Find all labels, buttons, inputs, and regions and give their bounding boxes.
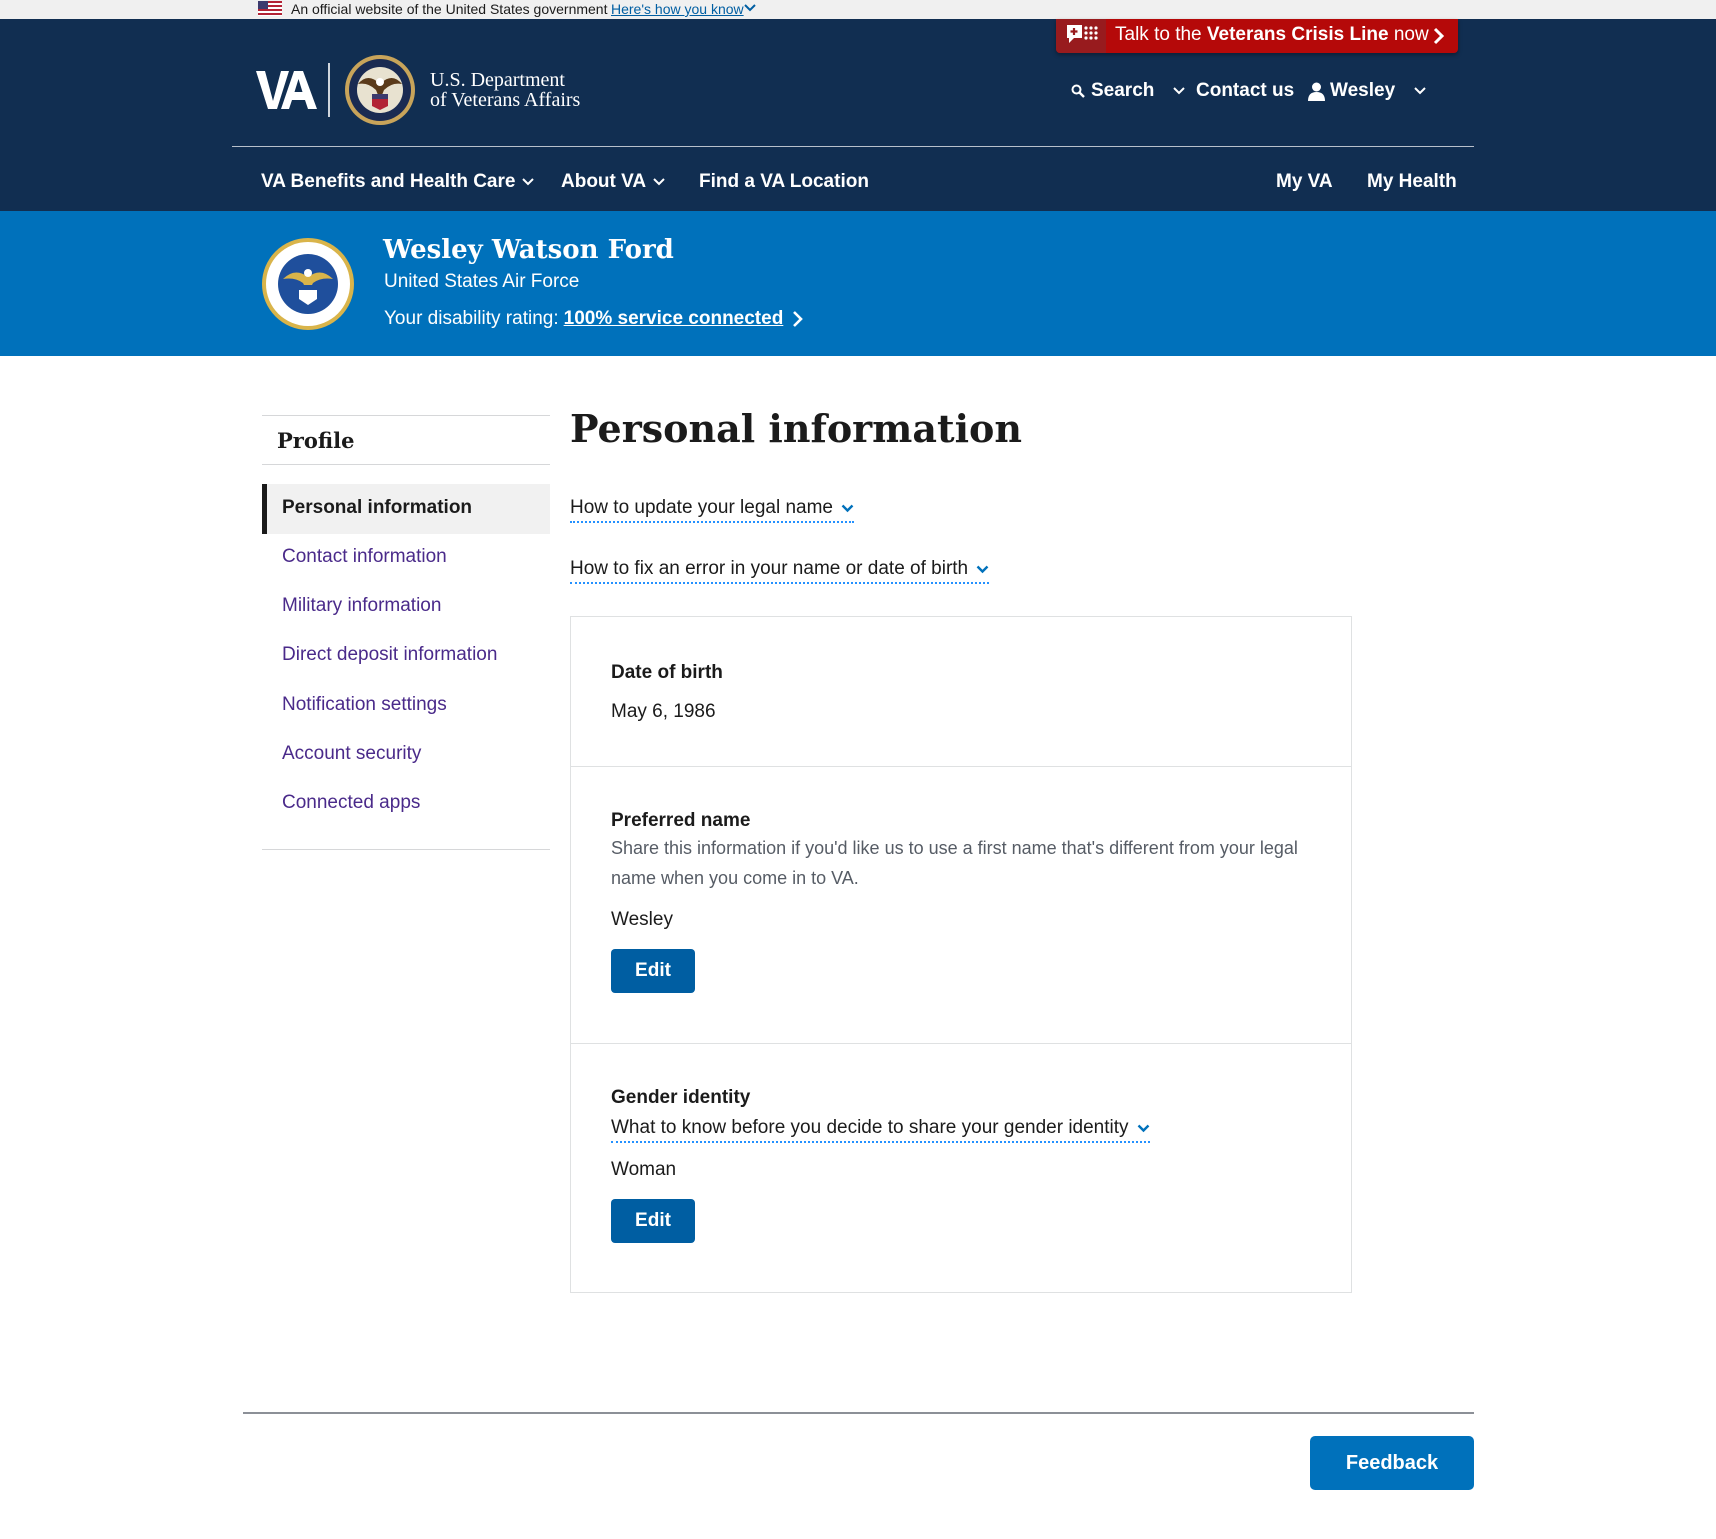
- gov-banner: An official website of the United States…: [0, 0, 1716, 19]
- chevron-down-icon: [841, 504, 854, 512]
- gender-identity-value: Woman: [611, 1159, 677, 1180]
- profile-hub: Wesley Watson Ford United States Air For…: [0, 211, 1716, 356]
- chevron-down-icon: [976, 565, 989, 573]
- chevron-down-icon: [1173, 87, 1186, 95]
- air-force-seal-icon: [262, 238, 354, 330]
- sidebar-title: Profile: [277, 428, 355, 453]
- chevron-right-icon: [1433, 27, 1445, 45]
- disability-rating-link[interactable]: 100% service connected: [564, 308, 784, 330]
- service-branch: United States Air Force: [384, 271, 580, 292]
- card-divider: [571, 1043, 1351, 1044]
- feedback-button[interactable]: Feedback: [1310, 1436, 1474, 1490]
- chevron-down-icon: [522, 178, 535, 186]
- sidebar-item-contact-information[interactable]: Contact information: [282, 546, 447, 568]
- heres-how-you-know-link[interactable]: Here's how you know: [611, 1, 744, 17]
- nav-find-location[interactable]: Find a VA Location: [699, 171, 869, 193]
- preferred-name-description: Share this information if you'd like us …: [611, 838, 1298, 888]
- crisis-line-text: Talk to the Veterans Crisis Line now: [1115, 24, 1429, 45]
- edit-gender-identity-button[interactable]: Edit: [611, 1199, 695, 1243]
- page-title: Personal information: [570, 406, 1022, 451]
- va-logo-icon[interactable]: [256, 65, 318, 115]
- chevron-down-icon: [1137, 1124, 1149, 1132]
- sidebar-item-military-information[interactable]: Military information: [282, 595, 441, 617]
- sidebar-divider: [262, 849, 550, 850]
- chevron-right-icon[interactable]: [792, 310, 804, 328]
- sidebar-divider: [262, 415, 550, 416]
- legal-name-disclosure[interactable]: How to update your legal name: [570, 497, 854, 523]
- contact-us-link[interactable]: Contact us: [1196, 80, 1294, 102]
- disability-rating: Your disability rating: 100% service con…: [384, 308, 804, 330]
- dob-value: May 6, 1986: [611, 701, 716, 722]
- dob-label: Date of birth: [611, 662, 723, 683]
- personal-info-card: Date of birth May 6, 1986 Preferred name…: [570, 616, 1352, 1293]
- footer-divider: [243, 1412, 1474, 1414]
- nav-my-health[interactable]: My Health: [1367, 171, 1457, 193]
- sidebar-divider: [262, 464, 550, 465]
- nav-my-va[interactable]: My VA: [1276, 171, 1333, 193]
- preferred-name-value: Wesley: [611, 909, 673, 930]
- gov-banner-text: An official website of the United States…: [291, 1, 608, 17]
- gender-identity-label: Gender identity: [611, 1087, 751, 1108]
- logo-divider: [328, 63, 330, 117]
- person-icon: [1308, 82, 1325, 101]
- sidebar-item-connected-apps[interactable]: Connected apps: [282, 792, 420, 814]
- sidebar-item-personal-information[interactable]: Personal information: [262, 484, 550, 534]
- crisis-line-icon: [1067, 25, 1098, 43]
- department-name: U.S. Department of Veterans Affairs: [430, 69, 581, 111]
- header-divider: [232, 146, 1474, 147]
- card-divider: [571, 766, 1351, 767]
- magnifier-icon: [1071, 84, 1085, 98]
- search-label: Search: [1091, 80, 1155, 101]
- user-name-label: Wesley: [1330, 80, 1396, 101]
- us-flag-icon: [258, 1, 282, 16]
- sidebar-item-notification-settings[interactable]: Notification settings: [282, 694, 447, 716]
- chevron-down-icon: [653, 178, 665, 186]
- veteran-name: Wesley Watson Ford: [383, 235, 674, 265]
- gender-identity-disclosure[interactable]: What to know before you decide to share …: [611, 1117, 1150, 1143]
- user-menu-button[interactable]: Wesley: [1307, 80, 1427, 102]
- sidebar-item-account-security[interactable]: Account security: [282, 743, 421, 765]
- site-header: Talk to the Veterans Crisis Line now U.S…: [0, 19, 1716, 211]
- preferred-name-label: Preferred name: [611, 810, 751, 831]
- edit-preferred-name-button[interactable]: Edit: [611, 949, 695, 993]
- veterans-crisis-line-button[interactable]: Talk to the Veterans Crisis Line now: [1056, 19, 1458, 53]
- chevron-down-icon: [1414, 87, 1426, 95]
- nav-benefits[interactable]: VA Benefits and Health Care: [261, 171, 535, 193]
- va-seal-icon: [345, 55, 415, 125]
- sidebar-item-direct-deposit[interactable]: Direct deposit information: [282, 644, 497, 666]
- nav-about-va[interactable]: About VA: [561, 171, 666, 193]
- fix-error-disclosure[interactable]: How to fix an error in your name or date…: [570, 558, 990, 584]
- chevron-down-icon[interactable]: [743, 2, 757, 14]
- search-button[interactable]: Search: [1071, 80, 1186, 102]
